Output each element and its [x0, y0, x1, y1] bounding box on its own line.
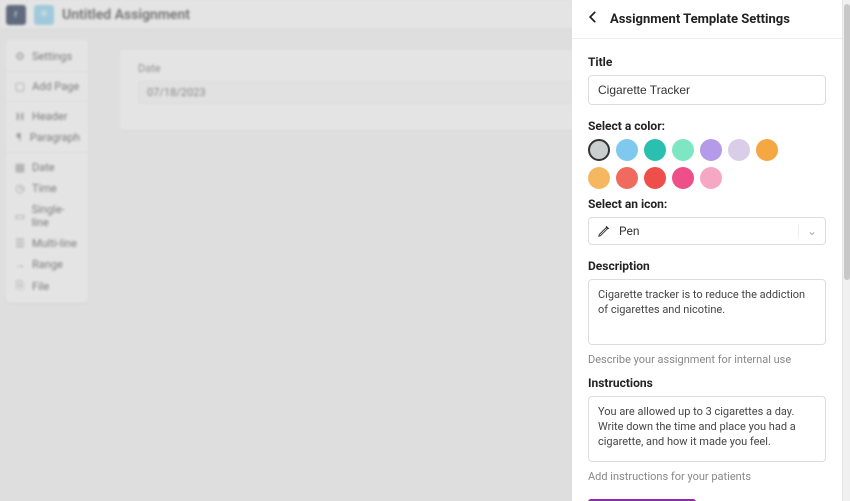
app-logo: r: [6, 5, 26, 25]
toolbox-multi-line[interactable]: ☰ Multi-line: [6, 233, 88, 254]
color-swatch[interactable]: [700, 167, 722, 189]
toolbox-label: Multi-line: [32, 237, 77, 250]
canvas-date-value: 07/18/2023: [138, 81, 590, 104]
toolbox-header[interactable]: H Header: [6, 106, 88, 127]
title-label: Title: [588, 55, 826, 69]
color-swatch[interactable]: [700, 139, 722, 161]
instructions-helper: Add instructions for your patients: [588, 470, 826, 483]
panel-title: Assignment Template Settings: [610, 12, 790, 27]
page-icon: ▢: [14, 80, 26, 93]
page-title: Untitled Assignment: [62, 7, 190, 23]
description-textarea[interactable]: [588, 279, 826, 345]
icon-label: Select an icon:: [588, 197, 826, 211]
panel-header: Assignment Template Settings: [572, 0, 842, 39]
multiline-icon: ☰: [14, 237, 26, 250]
back-button[interactable]: [586, 10, 600, 28]
icon-select-value: Pen: [619, 224, 639, 238]
toolbox-label: Date: [32, 161, 55, 174]
color-swatch-row: [588, 139, 788, 189]
toolbox-range[interactable]: → Range: [6, 254, 88, 275]
description-helper: Describe your assignment for internal us…: [588, 353, 826, 366]
chevron-down-icon: ⌄: [798, 224, 817, 238]
toolbox-label: Add Page: [32, 80, 79, 93]
title-input[interactable]: [588, 75, 826, 105]
color-swatch[interactable]: [672, 139, 694, 161]
toolbox-add-page[interactable]: ▢ Add Page: [6, 76, 88, 97]
color-swatch[interactable]: [616, 167, 638, 189]
color-swatch[interactable]: [616, 139, 638, 161]
color-swatch[interactable]: [588, 139, 610, 161]
toolbox-label: File: [32, 280, 49, 293]
icon-select[interactable]: Pen ⌄: [588, 217, 826, 245]
toolbox-file[interactable]: ⎘ File: [6, 275, 88, 297]
settings-panel: Assignment Template Settings Title Selec…: [572, 0, 850, 501]
color-label: Select a color:: [588, 119, 826, 133]
color-swatch[interactable]: [644, 139, 666, 161]
scrollbar-thumb[interactable]: [844, 4, 850, 280]
clock-icon: ◷: [14, 182, 26, 195]
description-label: Description: [588, 259, 826, 273]
attachment-icon: ⎘: [14, 279, 26, 293]
panel-scrollbar[interactable]: [842, 0, 850, 501]
chevron-left-icon: [586, 10, 600, 24]
toolbox-label: Single-line: [32, 203, 80, 229]
toolbox-label: Time: [32, 182, 57, 195]
paragraph-icon: ¶: [14, 131, 24, 144]
toolbox-date[interactable]: ▦ Date: [6, 157, 88, 178]
color-swatch[interactable]: [588, 167, 610, 189]
app-secondary-icon: ※: [34, 5, 54, 25]
toolbox-label: Settings: [32, 50, 72, 63]
toolbox-label: Range: [32, 258, 63, 271]
instructions-textarea[interactable]: [588, 396, 826, 462]
color-swatch[interactable]: [728, 139, 750, 161]
color-swatch[interactable]: [644, 167, 666, 189]
toolbox-settings[interactable]: ⚙ Settings: [6, 46, 88, 67]
range-icon: →: [14, 258, 26, 271]
color-swatch[interactable]: [672, 167, 694, 189]
toolbox-label: Header: [32, 110, 67, 123]
canvas-date-label: Date: [138, 62, 590, 75]
left-toolbox: ⚙ Settings ▢ Add Page H Header ¶ Paragraph ▦…: [6, 40, 88, 303]
toolbox-label: Paragraph: [30, 131, 80, 144]
color-swatch[interactable]: [756, 139, 778, 161]
header-icon: H: [14, 111, 26, 123]
toolbox-time[interactable]: ◷ Time: [6, 178, 88, 199]
gear-icon: ⚙: [14, 50, 26, 63]
toolbox-single-line[interactable]: ▭ Single-line: [6, 199, 88, 233]
calendar-icon: ▦: [14, 161, 26, 174]
toolbox-paragraph[interactable]: ¶ Paragraph: [6, 127, 88, 148]
instructions-label: Instructions: [588, 376, 826, 390]
pen-icon: [597, 224, 611, 238]
singleline-icon: ▭: [14, 210, 26, 223]
